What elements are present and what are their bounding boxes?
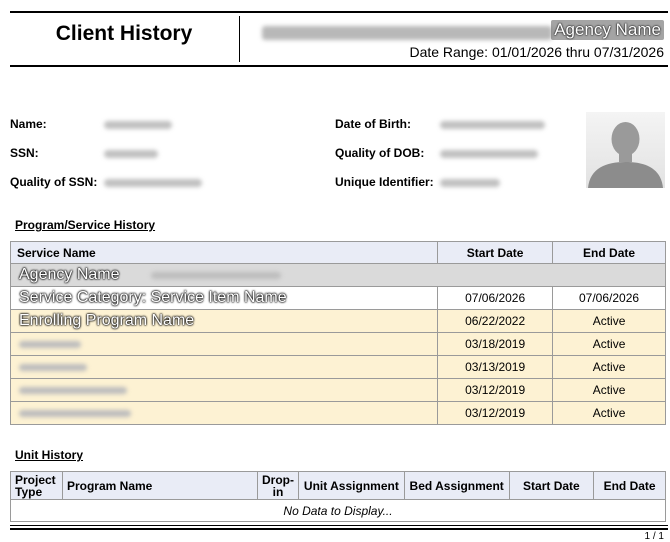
col-program-name: Program Name: [61, 471, 258, 500]
agency-name-overlay: Agency Name: [551, 20, 664, 40]
program-row-start: 03/12/2019: [437, 378, 554, 402]
unique-id-label: Unique Identifier:: [335, 175, 434, 189]
agency-group-row: Agency Name: [10, 263, 666, 287]
person-silhouette-icon: [588, 122, 663, 188]
agency-group-cell: Agency Name: [10, 263, 666, 287]
redacted-name-value: [104, 121, 172, 129]
col-unit-start-date: Start Date: [508, 471, 595, 500]
footer-rule: [10, 525, 668, 526]
program-row: Service Category: Service Item Name 07/0…: [9, 286, 666, 310]
redacted-ssn-quality-value: [104, 179, 202, 187]
redacted-ssn-value: [104, 150, 158, 158]
program-row: 03/12/2019 Active: [9, 401, 666, 425]
col-unit-end-date: End Date: [593, 471, 666, 500]
enrolling-program-label: Enrolling Program Name: [19, 312, 195, 329]
unit-history-title: Unit History: [15, 448, 84, 462]
redacted-unique-id-value: [440, 179, 500, 187]
ssn-quality-label: Quality of SSN:: [10, 175, 98, 189]
program-row-end: Active: [552, 332, 666, 356]
col-bed-assignment: Bed Assignment: [403, 471, 510, 500]
col-start-date: Start Date: [437, 241, 554, 264]
client-history-report: Client History Agency Name Date Range: 0…: [0, 0, 670, 542]
program-history-title: Program/Service History: [15, 218, 156, 232]
program-row-name: [9, 332, 439, 356]
header-top-rule: [10, 11, 668, 13]
redacted-program-name: [19, 341, 81, 348]
header-divider: [239, 16, 240, 62]
redacted-program-name: [19, 387, 127, 394]
program-row-end: Active: [552, 355, 666, 379]
unit-empty-row: No Data to Display...: [10, 499, 666, 522]
redacted-dob-quality-value: [440, 150, 538, 158]
program-row-name: Service Category: Service Item Name: [9, 286, 439, 310]
program-row-start: 07/06/2026: [437, 286, 554, 310]
program-row-name: Enrolling Program Name: [9, 309, 439, 333]
redacted-dob-value: [440, 121, 545, 129]
program-row: 03/18/2019 Active: [9, 332, 666, 356]
col-end-date: End Date: [552, 241, 666, 264]
program-row-name: [9, 378, 439, 402]
program-row-start: 06/22/2022: [437, 309, 554, 333]
unit-history-table: Project Type Program Name Drop-in Unit A…: [10, 471, 666, 522]
no-data-message: No Data to Display...: [10, 499, 666, 522]
col-project-type: Project Type: [10, 471, 63, 500]
ssn-label: SSN:: [10, 146, 39, 160]
program-row-start: 03/18/2019: [437, 332, 554, 356]
program-row-end: Active: [552, 309, 666, 333]
program-row-name: [9, 355, 439, 379]
footer-rule-thick: [10, 528, 668, 530]
unit-table-header-row: Project Type Program Name Drop-in Unit A…: [10, 471, 666, 500]
program-row-start: 03/13/2019: [437, 355, 554, 379]
page-number: 1 / 1: [644, 531, 664, 542]
redacted-program-name: [19, 364, 87, 371]
header-bottom-rule: [10, 65, 668, 67]
client-photo: [586, 112, 665, 188]
date-range: Date Range: 01/01/2026 thru 07/31/2026: [409, 44, 664, 60]
redacted-agency-name: [262, 26, 552, 40]
program-row-end: Active: [552, 378, 666, 402]
program-row: 03/12/2019 Active: [9, 378, 666, 402]
program-service-table: Service Name Start Date End Date Agency …: [9, 241, 666, 425]
program-row-start: 03/12/2019: [437, 401, 554, 425]
program-row-end: 07/06/2026: [552, 286, 666, 310]
col-unit-assignment: Unit Assignment: [297, 471, 405, 500]
report-title: Client History: [55, 22, 193, 45]
program-table-header-row: Service Name Start Date End Date: [9, 241, 666, 264]
program-row: 03/13/2019 Active: [9, 355, 666, 379]
program-row: Enrolling Program Name 06/22/2022 Active: [9, 309, 666, 333]
program-row-name: [9, 401, 439, 425]
redacted-program-name: [19, 410, 131, 417]
program-row-end: Active: [552, 401, 666, 425]
col-service-name: Service Name: [9, 241, 439, 264]
dob-quality-label: Quality of DOB:: [335, 146, 425, 160]
col-drop-in: Drop-in: [256, 471, 299, 500]
redacted-agency-group-text: [151, 272, 281, 279]
dob-label: Date of Birth:: [335, 117, 411, 131]
agency-group-label: Agency Name: [19, 266, 120, 283]
name-label: Name:: [10, 117, 47, 131]
service-item-label: Service Category: Service Item Name: [19, 289, 287, 306]
